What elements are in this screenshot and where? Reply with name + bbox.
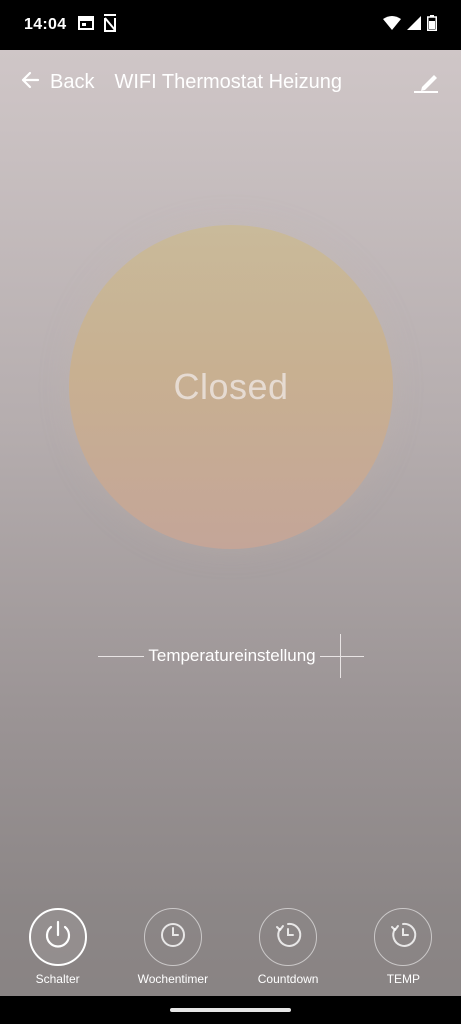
battery-icon bbox=[427, 14, 437, 36]
divider-right bbox=[320, 656, 364, 657]
bottom-nav: Schalter Wochentimer Countdown TEMP bbox=[0, 894, 461, 996]
divider-vertical bbox=[340, 634, 341, 678]
nav-item-countdown[interactable]: Countdown bbox=[231, 894, 346, 996]
signal-icon bbox=[407, 15, 421, 35]
power-status-circle[interactable]: Closed bbox=[69, 225, 393, 549]
back-label: Back bbox=[50, 70, 95, 93]
back-button[interactable]: Back bbox=[20, 70, 94, 95]
wifi-icon bbox=[383, 15, 401, 35]
countdown-icon bbox=[386, 918, 420, 957]
nav-circle bbox=[374, 908, 433, 966]
status-bar: 14:04 bbox=[0, 0, 461, 50]
status-right-icons bbox=[383, 14, 437, 36]
clock-icon bbox=[156, 918, 190, 957]
status-left-icons bbox=[78, 13, 117, 37]
countdown-icon bbox=[271, 918, 305, 957]
nav-label: Countdown bbox=[257, 972, 319, 986]
nav-item-temp[interactable]: TEMP bbox=[346, 894, 461, 996]
header: Back WIFI Thermostat Heizung bbox=[0, 50, 461, 114]
power-icon bbox=[41, 918, 75, 957]
nav-circle bbox=[143, 908, 202, 966]
temperature-setting[interactable]: Temperatureinstellung bbox=[98, 634, 364, 678]
n-notification-icon bbox=[104, 13, 117, 37]
nav-circle bbox=[28, 908, 87, 966]
nav-item-schalter[interactable]: Schalter bbox=[0, 894, 115, 996]
edit-button[interactable] bbox=[413, 68, 439, 99]
status-time: 14:04 bbox=[24, 16, 67, 33]
page-title: WIFI Thermostat Heizung bbox=[114, 70, 342, 93]
calendar-icon bbox=[78, 15, 95, 35]
nav-label: Wochentimer bbox=[137, 972, 209, 986]
temperature-setting-label: Temperatureinstellung bbox=[148, 646, 316, 665]
divider-left bbox=[98, 656, 144, 657]
home-gesture-handle[interactable] bbox=[170, 1008, 291, 1012]
nav-label: TEMP bbox=[386, 972, 421, 986]
nav-label: Schalter bbox=[35, 972, 80, 986]
nav-circle bbox=[259, 908, 318, 966]
nav-item-wochentimer[interactable]: Wochentimer bbox=[115, 894, 230, 996]
pencil-icon bbox=[413, 75, 439, 98]
app-screen: Back WIFI Thermostat Heizung Closed Temp… bbox=[0, 50, 461, 996]
power-status-text: Closed bbox=[173, 366, 289, 407]
arrow-left-icon bbox=[20, 70, 40, 95]
system-nav-bar bbox=[0, 996, 461, 1024]
